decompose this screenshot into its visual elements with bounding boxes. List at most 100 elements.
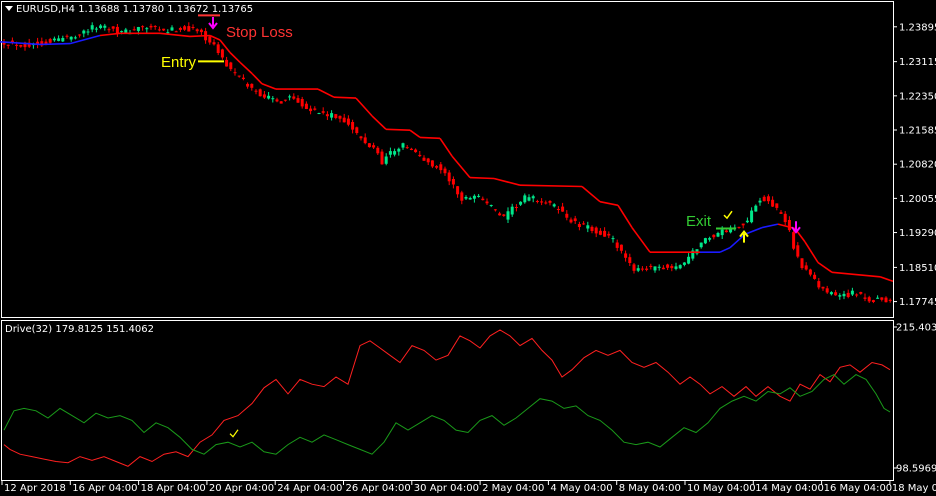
candle-body bbox=[477, 195, 481, 197]
candle-body bbox=[451, 179, 455, 185]
candle-body bbox=[216, 44, 220, 53]
candle-body bbox=[195, 29, 199, 32]
candle-body bbox=[82, 30, 86, 34]
candle-body bbox=[283, 99, 287, 101]
candle-body bbox=[57, 38, 61, 41]
candle-body bbox=[78, 34, 82, 36]
candle-body bbox=[859, 292, 863, 294]
x-tick-label: 16 Apr 04:00 bbox=[72, 483, 137, 494]
candle-body bbox=[649, 265, 653, 267]
candle-body bbox=[120, 31, 124, 33]
candle-body bbox=[94, 28, 98, 30]
candle-body bbox=[464, 197, 468, 199]
candle-body bbox=[544, 202, 548, 204]
candle-body bbox=[237, 75, 241, 77]
candle-body bbox=[422, 157, 426, 161]
candle-body bbox=[829, 292, 833, 295]
candle-body bbox=[296, 98, 300, 103]
candle-body bbox=[586, 225, 590, 229]
trail-line-short bbox=[419, 136, 441, 140]
candle-body bbox=[405, 147, 409, 149]
candle-body bbox=[804, 265, 808, 270]
candle-body bbox=[880, 297, 884, 300]
candle-body bbox=[275, 99, 279, 102]
x-tick-label: 20 Apr 04:00 bbox=[209, 483, 274, 494]
candle-body bbox=[741, 223, 745, 226]
candle-body bbox=[582, 223, 586, 225]
candle-body bbox=[313, 108, 317, 110]
candle-body bbox=[136, 27, 140, 31]
candle-body bbox=[720, 229, 724, 236]
candle-body bbox=[409, 148, 413, 150]
candle-body bbox=[65, 35, 69, 37]
candle-body bbox=[569, 219, 573, 223]
y-tick-label: 1.19290 bbox=[899, 228, 936, 239]
candle-body bbox=[178, 28, 182, 30]
candle-body bbox=[598, 230, 602, 235]
candle-body bbox=[187, 26, 191, 32]
candle-body bbox=[468, 198, 472, 200]
candle-body bbox=[262, 94, 266, 98]
y-tick-label: 1.22350 bbox=[899, 91, 936, 102]
entry-label: Entry bbox=[161, 54, 197, 71]
candle-body bbox=[619, 244, 623, 251]
candle-body bbox=[111, 26, 115, 29]
y-tick-label: 1.20055 bbox=[899, 194, 936, 205]
candle-body bbox=[708, 238, 712, 240]
trail-line-short bbox=[189, 34, 211, 38]
candle-body bbox=[439, 164, 443, 171]
candle-body bbox=[15, 44, 19, 46]
candle-body bbox=[674, 266, 678, 269]
candle-body bbox=[540, 201, 544, 203]
candle-body bbox=[766, 196, 770, 202]
candle-body bbox=[800, 258, 804, 268]
candle-body bbox=[498, 213, 502, 216]
x-tick-label: 18 May 04:00 bbox=[892, 483, 936, 494]
candle-body bbox=[472, 195, 476, 199]
candle-body bbox=[191, 27, 195, 28]
candle-body bbox=[359, 136, 363, 139]
candle-body bbox=[712, 234, 716, 238]
candle-body bbox=[435, 166, 439, 168]
candle-body bbox=[338, 115, 342, 119]
candle-body bbox=[460, 192, 464, 201]
candle-body bbox=[401, 143, 405, 148]
y-tick-label: 1.18510 bbox=[899, 263, 936, 274]
chart-canvas[interactable]: 1.23895 1.23115 1.22350 1.21585 1.20820 1.200… bbox=[0, 0, 936, 496]
candle-body bbox=[220, 49, 224, 58]
candle-body bbox=[372, 145, 376, 148]
y-tick-label: 1.23895 bbox=[899, 22, 936, 33]
candle-body bbox=[145, 28, 149, 30]
candle-body bbox=[304, 103, 308, 109]
candle-body bbox=[666, 264, 670, 268]
candle-body bbox=[519, 201, 523, 205]
candle-body bbox=[174, 31, 178, 33]
candle-body bbox=[288, 96, 292, 98]
candle-body bbox=[485, 201, 489, 204]
candle-body bbox=[481, 198, 485, 201]
candle-body bbox=[783, 213, 787, 223]
candle-body bbox=[699, 242, 703, 248]
trail-line-long bbox=[39, 42, 71, 46]
candle-body bbox=[687, 256, 691, 264]
candle-body bbox=[611, 238, 615, 240]
candle-body bbox=[170, 27, 174, 31]
candle-body bbox=[876, 297, 880, 299]
candle-body bbox=[330, 113, 334, 118]
candle-body bbox=[414, 149, 418, 153]
candle-body bbox=[607, 233, 611, 236]
candle-body bbox=[556, 209, 560, 210]
candle-body bbox=[363, 137, 367, 144]
candle-body bbox=[153, 26, 157, 27]
candle-body bbox=[636, 268, 640, 271]
candle-body bbox=[309, 108, 313, 112]
candle-body bbox=[594, 227, 598, 234]
x-tick-label: 18 Apr 04:00 bbox=[141, 483, 206, 494]
candle-body bbox=[758, 200, 762, 203]
x-tick-label: 10 May 04:00 bbox=[687, 483, 756, 494]
candle-body bbox=[632, 264, 636, 271]
candle-body bbox=[325, 114, 329, 117]
x-tick-label: 14 May 04:00 bbox=[755, 483, 824, 494]
candle-body bbox=[813, 274, 817, 279]
candle-body bbox=[762, 196, 766, 202]
